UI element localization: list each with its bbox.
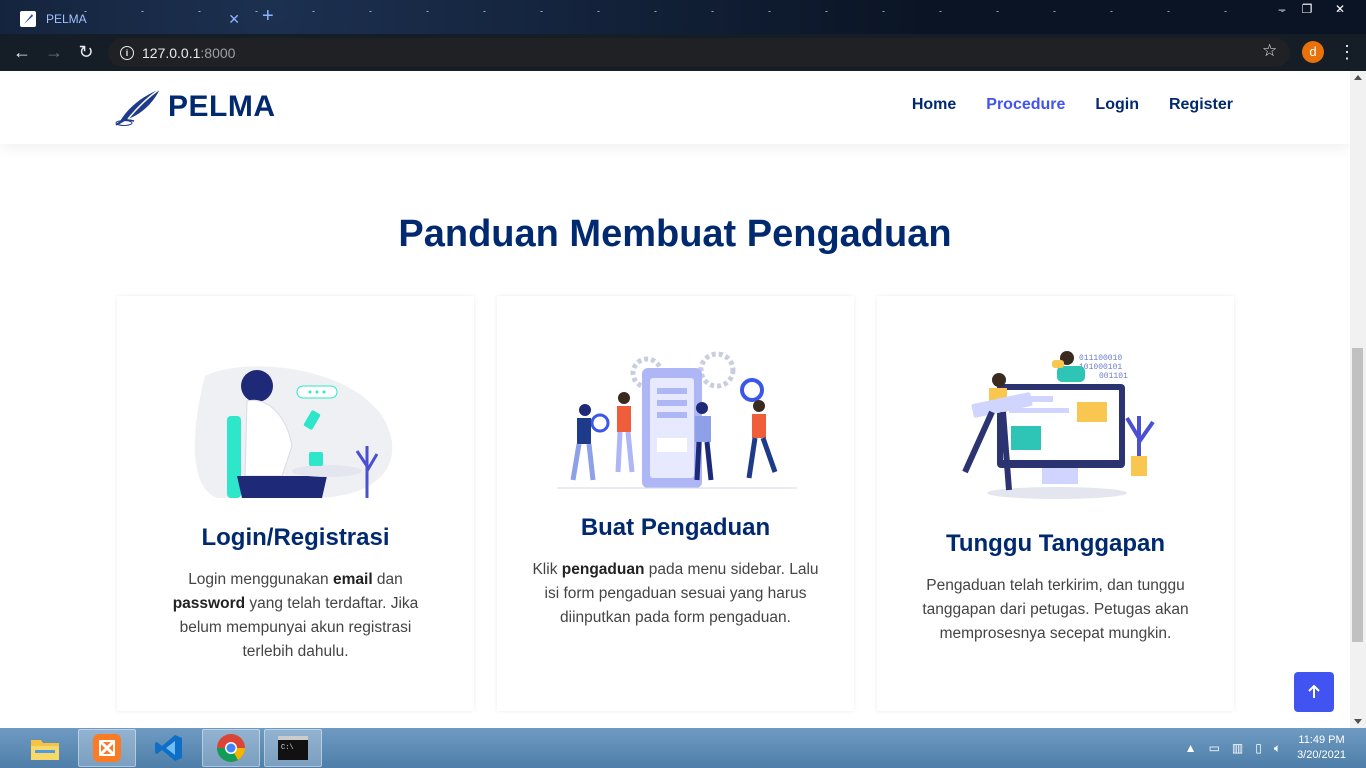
tab-title: PELMA — [46, 12, 87, 26]
card-title: Login/Registrasi — [201, 524, 390, 551]
illus-code-line: 101000101 — [1079, 363, 1122, 372]
browser-tabstrip: PELMA ✕ + – ❐ ✕ — [0, 0, 1366, 34]
power-icon[interactable]: ▯ — [1255, 741, 1262, 755]
nav-register[interactable]: Register — [1169, 96, 1233, 114]
clock-time: 11:49 PM — [1298, 734, 1345, 746]
taskbar-cmd[interactable]: C:\ — [264, 729, 322, 767]
feather-favicon-icon — [20, 11, 36, 27]
close-window-icon[interactable]: ✕ — [1326, 0, 1354, 18]
url-port: :8000 — [200, 44, 236, 61]
chrome-menu-icon[interactable]: ⋮ — [1338, 42, 1356, 63]
back-arrow-icon[interactable]: ← — [6, 37, 38, 69]
profile-avatar[interactable]: d — [1302, 41, 1324, 63]
card-tunggu-tanggapan: 011100010 101000101 001101 Tunggu Tangga… — [877, 296, 1234, 711]
url-host: 127.0.0.1 — [142, 44, 201, 61]
arrow-up-icon — [1308, 685, 1320, 698]
site-info-icon[interactable]: i — [120, 45, 134, 60]
forward-arrow-icon[interactable]: → — [38, 37, 70, 69]
site-logo[interactable]: PELMA — [114, 87, 276, 127]
address-bar[interactable]: i 127.0.0.1 :8000 — [108, 38, 1290, 67]
site-header: PELMA Home Procedure Login Register — [0, 71, 1350, 144]
terminal-icon: C:\ — [278, 736, 308, 760]
bold-pengaduan: pengaduan — [561, 561, 645, 578]
reload-icon[interactable]: ↻ — [70, 37, 102, 69]
taskbar-xampp[interactable] — [78, 729, 136, 767]
page-scrollbar[interactable] — [1350, 71, 1366, 728]
browser-toolbar: ← → ↻ i 127.0.0.1 :8000 — [0, 34, 1366, 71]
bold-password: password — [172, 595, 246, 612]
back-to-top-button[interactable] — [1294, 672, 1334, 712]
card-login-registrasi: Login/Registrasi Login menggunakan email… — [117, 296, 474, 711]
new-tab-icon[interactable]: + — [262, 6, 274, 26]
nav-procedure[interactable]: Procedure — [986, 96, 1065, 114]
keyboard-icon[interactable]: ▭ — [1209, 741, 1220, 755]
folder-icon — [31, 740, 59, 760]
card-text: Login menggunakan email dan password yan… — [172, 571, 419, 660]
network-icon[interactable]: ▥ — [1232, 741, 1243, 755]
volume-icon[interactable]: 🔈︎ — [1274, 741, 1281, 756]
taskbar-chrome[interactable] — [202, 729, 260, 767]
card-text: Klik pengaduan pada menu sidebar. Lalu i… — [532, 561, 819, 626]
browser-tab[interactable]: PELMA ✕ — [10, 4, 250, 34]
feather-logo-icon — [115, 88, 161, 126]
nav-login[interactable]: Login — [1095, 96, 1139, 114]
minimize-icon[interactable]: – — [1268, 0, 1296, 18]
section-title: Panduan Membuat Pengaduan — [398, 213, 952, 255]
vscode-icon — [155, 735, 182, 761]
scroll-down-icon[interactable] — [1354, 719, 1362, 724]
card-title: Tunggu Tanggapan — [945, 530, 1166, 557]
taskbar-vscode[interactable] — [140, 729, 198, 767]
people-with-monitor-illustration: 011100010 101000101 001101 — [962, 351, 1155, 499]
brand-name: PELMA — [168, 90, 276, 123]
taskbar-file-explorer[interactable] — [16, 729, 74, 767]
scroll-thumb[interactable] — [1352, 348, 1363, 642]
clock-date: 3/20/2021 — [1297, 749, 1346, 761]
tab-close-icon[interactable]: ✕ — [228, 11, 240, 28]
team-building-form-illustration — [557, 351, 797, 489]
taskbar-clock[interactable]: 11:49 PM 3/20/2021 — [1297, 733, 1346, 763]
system-tray: ▲ ▭ ▥ ▯ 🔈︎ 11:49 PM 3/20/2021 — [1179, 728, 1366, 768]
svg-text:C:\: C:\ — [281, 744, 294, 752]
xampp-icon — [93, 734, 121, 762]
scroll-up-icon[interactable] — [1354, 75, 1362, 80]
card-title: Buat Pengaduan — [580, 514, 771, 541]
bold-email: email — [332, 571, 373, 588]
card-buat-pengaduan: Buat Pengaduan Klik pengaduan pada menu … — [497, 296, 854, 711]
show-hidden-icons-icon[interactable]: ▲ — [1185, 741, 1197, 755]
chrome-icon — [217, 734, 245, 762]
page-viewport: PELMA Home Procedure Login Register Pand… — [0, 71, 1350, 728]
nav-home[interactable]: Home — [912, 96, 956, 114]
person-with-phone-illustration — [194, 366, 393, 498]
illus-code-line: 001101 — [1099, 372, 1128, 381]
card-text: Pengaduan telah terkirim, dan tunggu tan… — [922, 577, 1189, 642]
illus-code-line: 011100010 — [1079, 354, 1122, 363]
bookmark-star-icon[interactable]: ☆ — [1262, 41, 1277, 61]
windows-taskbar: C:\ ▲ ▭ ▥ ▯ 🔈︎ 11:49 PM 3/20/2021 — [0, 728, 1366, 768]
main-nav: Home Procedure Login Register — [912, 96, 1233, 114]
restore-icon[interactable]: ❐ — [1293, 0, 1321, 18]
